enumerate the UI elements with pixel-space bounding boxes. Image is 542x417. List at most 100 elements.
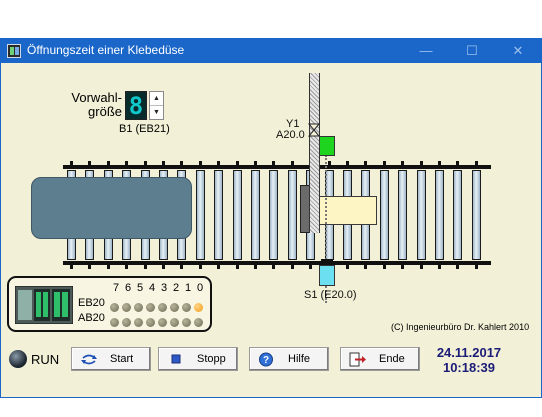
roller-bearing-top (70, 161, 73, 165)
bit-index-label: 7 (112, 282, 120, 294)
eb20-bit-3-led (158, 303, 167, 312)
valve-address-label: A20.0 (276, 129, 305, 141)
start-button-label: Start (110, 353, 134, 365)
stop-button[interactable]: Stopp (158, 347, 238, 371)
exit-button-label: Ende (379, 353, 405, 365)
current-date: 24.11.2017 (436, 345, 502, 360)
run-status-led (9, 350, 27, 368)
eb20-bit-6-led (122, 303, 131, 312)
workpiece (31, 177, 192, 239)
roller-bearing-bottom (198, 265, 202, 269)
conveyor-roller (453, 170, 463, 260)
roller-bearing-top (419, 161, 423, 165)
preset-seven-segment-display: 8 (125, 91, 147, 120)
spin-up-button[interactable]: ▲ (150, 92, 163, 105)
roller-bearing-top (162, 161, 165, 165)
sensor-s1-label: S1 (E20.0) (304, 289, 357, 301)
roller-bearing-top (438, 161, 441, 165)
ab20-bit-1-led (182, 318, 191, 327)
roller-bearing-bottom (309, 265, 313, 269)
cycle-arrows-icon (81, 354, 97, 365)
eb20-led-row (110, 299, 206, 312)
eb20-bit-1-led (182, 303, 191, 312)
current-time: 10:18:39 (442, 360, 496, 375)
client-area: Y1 A20.0 S1 (E20.0) Vorwahl- größe 8 ▲ ▼… (1, 63, 541, 397)
roller-bearing-bottom (401, 265, 405, 269)
eb20-bit-2-led (170, 303, 179, 312)
roller-bearing-bottom (254, 265, 257, 269)
preset-label-line1: Vorwahl- (71, 90, 122, 105)
close-button[interactable]: ✕ (495, 39, 541, 63)
roller-bearing-top (217, 161, 221, 165)
conveyor-roller (416, 170, 426, 260)
valve-y1-indicator-lamp (319, 136, 335, 156)
eb20-bit-7-led (110, 303, 119, 312)
ab20-led-row (110, 314, 206, 327)
ab20-label: AB20 (78, 312, 105, 324)
roller-bearing-bottom (125, 265, 129, 269)
preset-size-label: Vorwahl- größe (67, 91, 122, 119)
roller-bearing-bottom (235, 265, 239, 269)
help-button-label: Hilfe (288, 353, 311, 365)
eb20-bit-5-led (134, 303, 143, 312)
conveyor-roller (435, 170, 444, 260)
conveyor-roller (232, 170, 242, 260)
bit-index-label: 6 (124, 282, 132, 294)
help-button[interactable]: ? Hilfe (249, 347, 329, 371)
preset-input-address: B1 (EB21) (119, 123, 170, 135)
bit-index-label: 0 (196, 282, 204, 294)
maximize-button[interactable]: ☐ (449, 39, 495, 63)
ab20-bit-4-led (146, 318, 155, 327)
roller-bearing-bottom (474, 265, 478, 269)
valve-y1-icon (307, 123, 321, 137)
bit-index-header: 76543210 (110, 282, 206, 294)
eb20-bit-0-led (194, 303, 203, 312)
roller-bearing-top (346, 161, 349, 165)
spin-down-button[interactable]: ▼ (150, 105, 163, 118)
preset-label-line2: größe (88, 104, 122, 119)
roller-bearing-top (401, 161, 405, 165)
title-bar[interactable]: Öffnungszeit einer Klebedüse — ☐ ✕ (1, 39, 541, 63)
ab20-bit-5-led (134, 318, 143, 327)
run-status-label: RUN (31, 352, 60, 367)
eb20-label: EB20 (78, 297, 105, 309)
conveyor-roller (269, 170, 279, 260)
roller-bearing-top (382, 161, 386, 165)
conveyor-rail-top (63, 165, 491, 169)
date-time-display: 24.11.2017 10:18:39 (431, 345, 507, 375)
roller-bearing-top (88, 161, 92, 165)
stop-button-label: Stopp (197, 353, 226, 365)
preset-spinner[interactable]: ▲ ▼ (149, 91, 164, 120)
conveyor-roller (471, 170, 481, 260)
plc-io-status-panel: 76543210 EB20 AB20 (7, 276, 212, 332)
roller-bearing-bottom (346, 265, 349, 269)
eb20-bit-4-led (146, 303, 155, 312)
ab20-bit-2-led (170, 318, 179, 327)
start-button[interactable]: Start (71, 347, 151, 371)
roller-bearing-bottom (364, 265, 368, 269)
roller-bearing-top (290, 161, 294, 165)
roller-bearing-top (235, 161, 239, 165)
conveyor-roller (214, 170, 224, 260)
conveyor-roller (195, 170, 205, 260)
roller-bearing-top (180, 161, 184, 165)
roller-bearing-bottom (106, 265, 110, 269)
roller-bearing-bottom (70, 265, 73, 269)
roller-bearing-bottom (88, 265, 92, 269)
conveyor-roller (287, 170, 297, 260)
conveyor-roller (398, 170, 408, 260)
roller-bearing-top (254, 161, 257, 165)
roller-bearing-top (125, 161, 129, 165)
ab20-bit-7-led (110, 318, 119, 327)
bit-index-label: 5 (136, 282, 144, 294)
copyright-notice: (C) Ingenieurbüro Dr. Kahlert 2010 (391, 322, 530, 332)
bit-index-label: 4 (148, 282, 156, 294)
roller-bearing-bottom (162, 265, 165, 269)
minimize-button[interactable]: — (403, 39, 449, 63)
exit-button[interactable]: Ende (340, 347, 420, 371)
exit-door-icon (349, 352, 366, 367)
conveyor-roller (251, 170, 260, 260)
roller-bearing-bottom (180, 265, 184, 269)
roller-bearing-top (456, 161, 460, 165)
ab20-bit-6-led (122, 318, 131, 327)
